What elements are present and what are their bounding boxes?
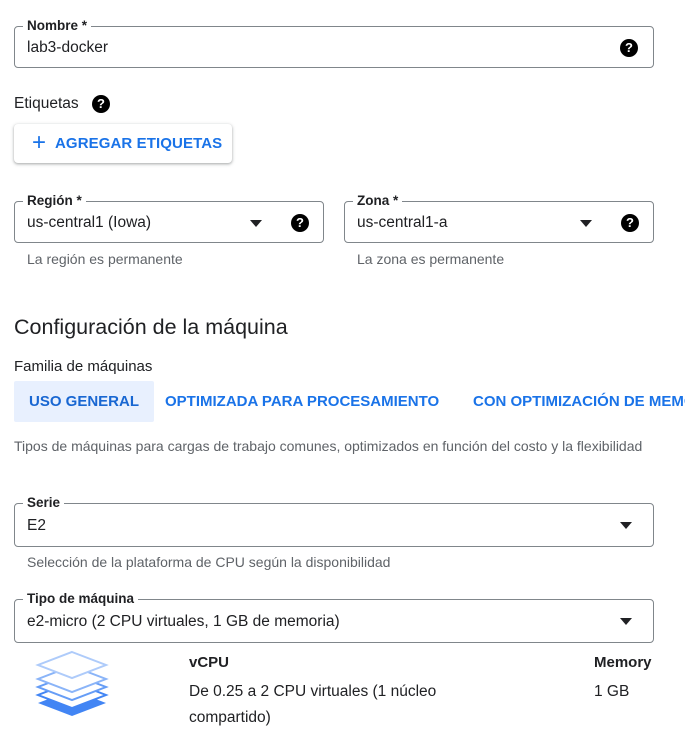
- chevron-down-icon[interactable]: [620, 618, 632, 625]
- machine-family-description: Tipos de máquinas para cargas de trabajo…: [14, 438, 643, 454]
- chevron-down-icon[interactable]: [580, 220, 592, 227]
- zone-select-label: Zona *: [353, 192, 403, 210]
- machine-type-select-label: Tipo de máquina: [23, 590, 139, 608]
- machine-family-tabs: USO GENERAL OPTIMIZADA PARA PROCESAMIENT…: [14, 381, 685, 422]
- vm-create-form: Nombre * lab3-docker ? Etiquetas ? + AGR…: [0, 0, 685, 732]
- tab-memory-optimized[interactable]: CON OPTIMIZACIÓN DE MEMORIA: [473, 381, 685, 422]
- region-select[interactable]: Región * us-central1 (Iowa) ?: [14, 192, 324, 243]
- help-icon[interactable]: ?: [620, 39, 638, 57]
- help-icon[interactable]: ?: [92, 95, 110, 113]
- labels-title: Etiquetas: [14, 95, 79, 112]
- zone-hint: La zona es permanente: [357, 251, 505, 267]
- series-select-label: Serie: [23, 494, 65, 512]
- machine-family-label: Familia de máquinas: [14, 358, 153, 375]
- chevron-down-icon[interactable]: [620, 522, 632, 529]
- add-labels-button-label: AGREGAR ETIQUETAS: [55, 135, 223, 152]
- zone-select-value: us-central1-a: [357, 214, 448, 231]
- name-field-value[interactable]: lab3-docker: [27, 38, 108, 58]
- plus-icon: +: [32, 129, 47, 156]
- region-hint: La región es permanente: [27, 251, 183, 267]
- region-select-label: Región *: [23, 192, 86, 210]
- machine-config-heading: Configuración de la máquina: [14, 315, 288, 339]
- vcpu-value: De 0.25 a 2 CPU virtuales (1 núcleo comp…: [189, 683, 437, 726]
- region-select-value: us-central1 (Iowa): [27, 214, 152, 231]
- name-field-label: Nombre *: [23, 17, 92, 35]
- vcpu-header: vCPU: [189, 654, 230, 671]
- chevron-down-icon[interactable]: [250, 220, 262, 227]
- stacked-layers-icon: [35, 650, 109, 716]
- machine-type-select-value: e2-micro (2 CPU virtuales, 1 GB de memor…: [27, 613, 340, 630]
- help-icon[interactable]: ?: [621, 214, 639, 232]
- zone-select[interactable]: Zona * us-central1-a ?: [344, 192, 654, 243]
- memory-value: 1 GB: [594, 683, 630, 700]
- tab-compute-optimized[interactable]: OPTIMIZADA PARA PROCESAMIENTO: [165, 381, 439, 422]
- series-select[interactable]: Serie E2: [14, 494, 654, 547]
- series-select-value: E2: [27, 517, 46, 534]
- machine-type-select[interactable]: Tipo de máquina e2-micro (2 CPU virtuale…: [14, 590, 654, 643]
- series-hint: Selección de la plataforma de CPU según …: [27, 554, 391, 570]
- tab-general-purpose[interactable]: USO GENERAL: [14, 381, 155, 422]
- name-field[interactable]: Nombre * lab3-docker ?: [14, 17, 654, 68]
- help-icon[interactable]: ?: [291, 214, 309, 232]
- memory-header: Memory: [594, 654, 652, 671]
- add-labels-button[interactable]: + AGREGAR ETIQUETAS: [14, 124, 232, 163]
